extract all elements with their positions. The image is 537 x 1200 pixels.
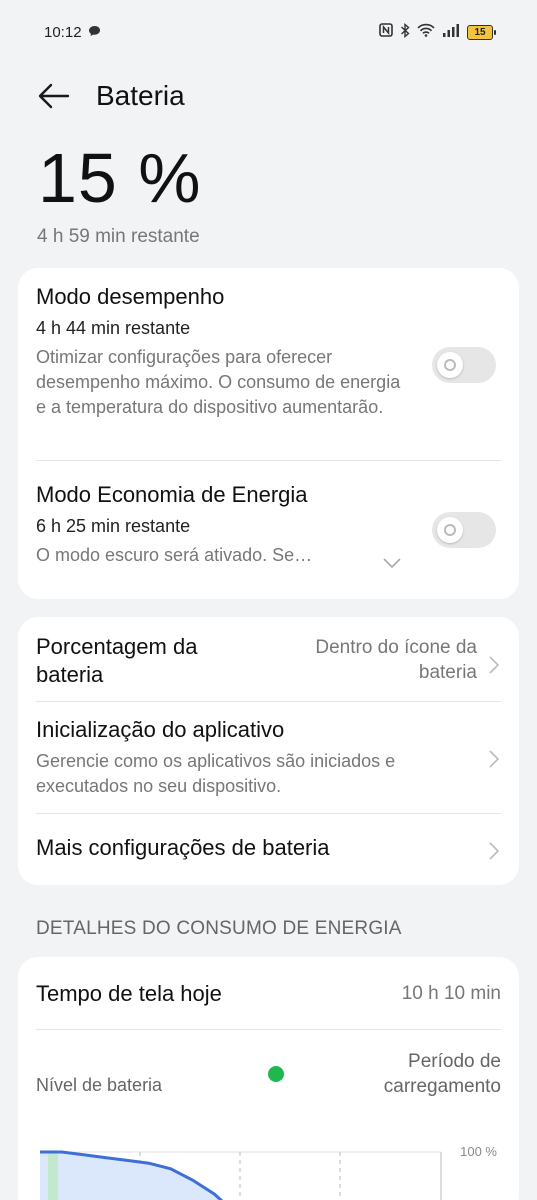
page-title: Bateria <box>96 80 185 111</box>
modes-card: Modo desempenho 4 h 44 min restante Otim… <box>18 268 519 599</box>
divider <box>36 813 501 814</box>
divider <box>36 460 501 461</box>
status-bar: 10:12 15 <box>0 0 537 64</box>
consumption-card: Tempo de tela hoje 10 h 10 min Nível de … <box>18 957 519 1200</box>
charging-period-legend: Período de carregamento <box>383 1051 501 1097</box>
performance-mode-toggle[interactable] <box>432 347 496 383</box>
toggle-knob <box>437 352 463 378</box>
expand-chevron[interactable] <box>382 551 402 575</box>
chevron-right-icon <box>487 747 501 771</box>
performance-mode-description: Otimizar configurações para oferecer des… <box>36 347 401 417</box>
app-launch-description: Gerencie como os aplicativos são iniciad… <box>36 751 396 796</box>
bluetooth-icon <box>400 22 410 42</box>
battery-percentage-title: Porcentagem da bateria <box>36 634 198 687</box>
performance-mode-remaining: 4 h 44 min restante <box>36 318 191 338</box>
charging-legend-dot <box>268 1066 284 1082</box>
power-saving-toggle[interactable] <box>432 512 496 548</box>
performance-mode-row[interactable]: Modo desempenho 4 h 44 min restante Otim… <box>36 284 501 420</box>
battery-level-legend: Nível de bateria <box>36 1075 163 1095</box>
signal-icon <box>442 23 460 41</box>
chevron-right-icon <box>487 653 501 677</box>
battery-percent: 15 % <box>38 139 202 217</box>
screen-time-value: 10 h 10 min <box>401 983 501 1004</box>
app-launch-title: Inicialização do aplicativo <box>36 717 285 742</box>
charging-period-band <box>48 1152 58 1200</box>
battery-level-area <box>40 1152 221 1200</box>
power-saving-row[interactable]: Modo Economia de Energia 6 h 25 min rest… <box>36 482 501 568</box>
settings-card: Porcentagem da bateria Dentro do ícone d… <box>18 617 519 885</box>
battery-percentage-value: Dentro do ícone da bateria <box>315 637 477 683</box>
back-button[interactable] <box>36 78 72 114</box>
y-axis-max-label: 100 % <box>460 1144 497 1159</box>
clock: 10:12 <box>44 23 82 41</box>
more-settings-row[interactable]: Mais configurações de bateria <box>36 835 501 867</box>
power-saving-description: O modo escuro será ativado. Se… <box>36 545 313 565</box>
wifi-icon <box>417 23 435 41</box>
consumption-section-title: DETALHES DO CONSUMO DE ENERGIA <box>36 918 402 939</box>
chevron-down-icon <box>383 558 401 568</box>
battery-remaining: 4 h 59 min restante <box>37 226 200 247</box>
arrow-left-icon <box>38 83 70 109</box>
chat-notification-icon <box>88 24 101 41</box>
divider <box>36 701 501 702</box>
screen-time-row[interactable]: Tempo de tela hoje 10 h 10 min <box>36 981 501 1011</box>
app-launch-row[interactable]: Inicialização do aplicativo Gerencie com… <box>36 717 501 807</box>
more-settings-title: Mais configurações de bateria <box>36 835 330 860</box>
header: Bateria <box>0 72 537 120</box>
status-left: 10:12 <box>44 24 101 41</box>
battery-level-chart <box>40 1150 442 1200</box>
power-saving-title: Modo Economia de Energia <box>36 482 308 507</box>
toggle-knob <box>437 517 463 543</box>
divider <box>36 1029 501 1030</box>
nfc-icon <box>379 23 393 41</box>
battery-status-icon: 15 <box>467 24 496 40</box>
battery-percentage-row[interactable]: Porcentagem da bateria Dentro do ícone d… <box>36 633 501 703</box>
performance-mode-title: Modo desempenho <box>36 284 225 309</box>
status-right: 15 <box>379 22 496 42</box>
chevron-right-icon <box>487 839 501 863</box>
